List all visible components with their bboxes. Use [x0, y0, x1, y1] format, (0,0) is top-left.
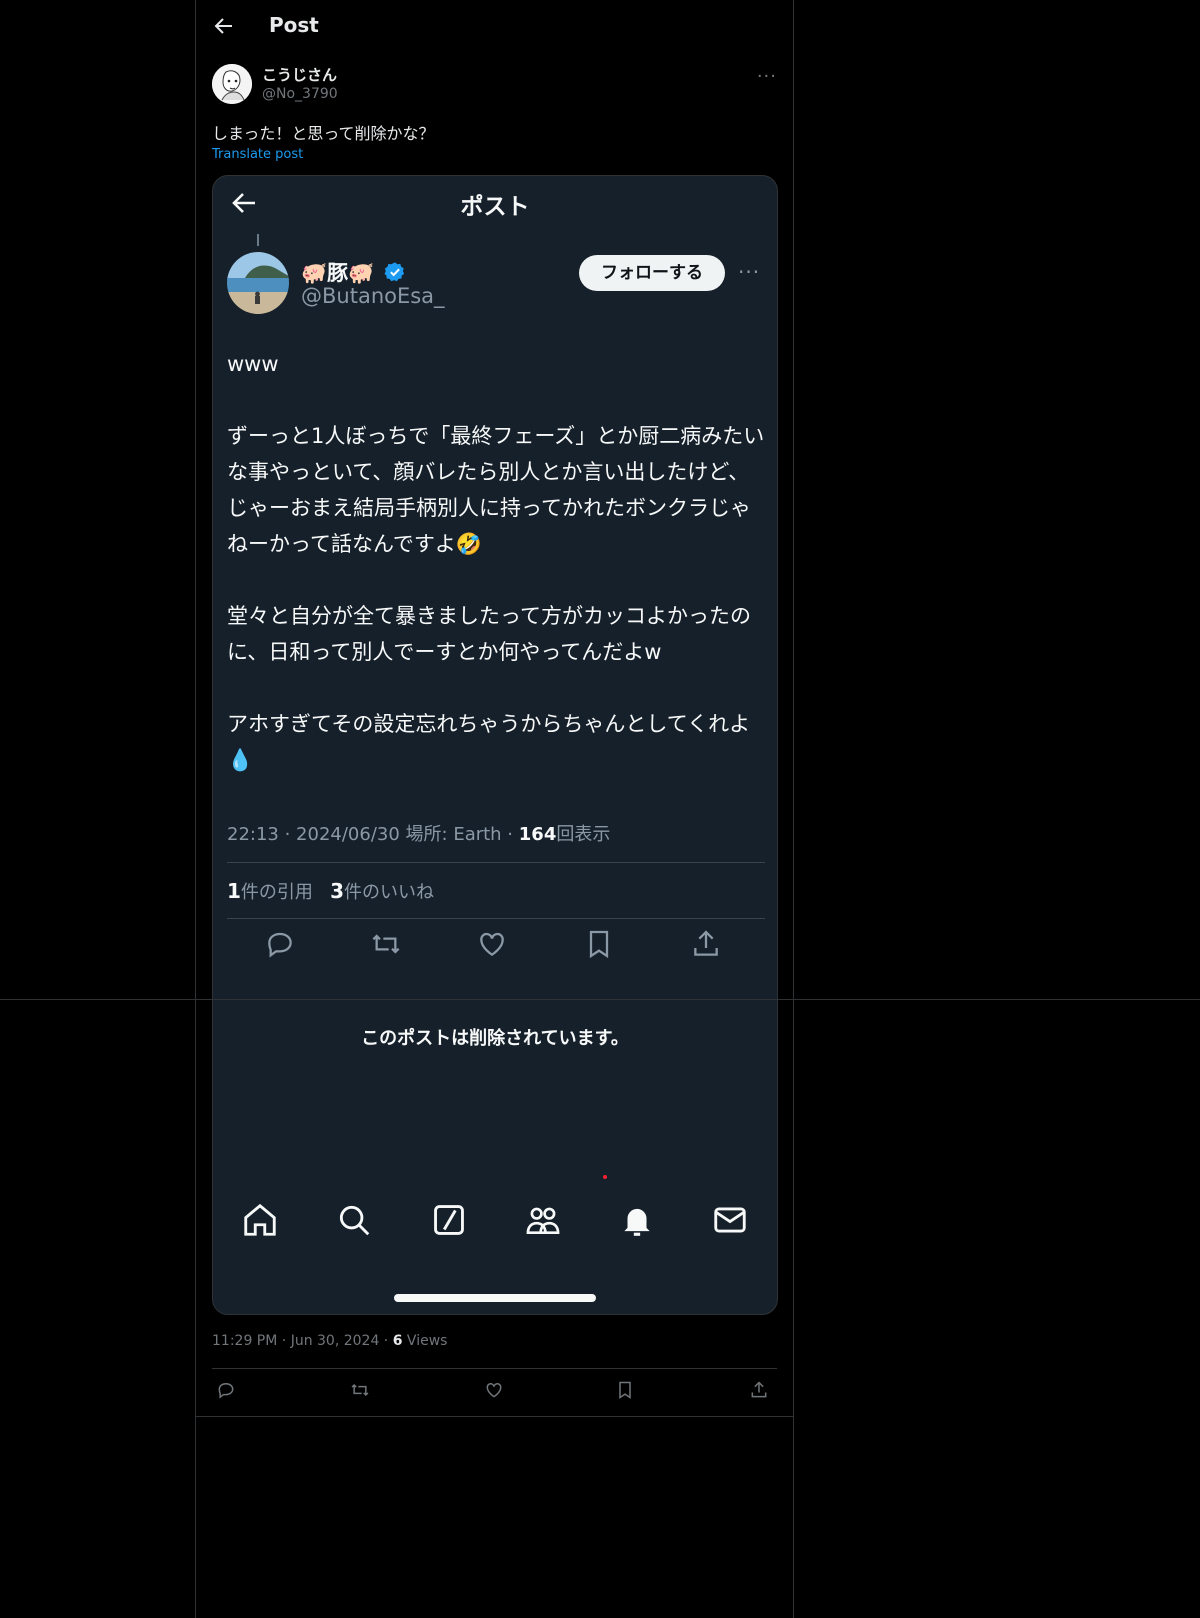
screenshot-title: ポスト [460, 194, 530, 220]
post-image[interactable]: ポスト 🐖豚🐖 @ButanoEsa_ フォローする ··· www ずーっと1… [212, 175, 778, 1315]
post-meta: 11:29 PM · Jun 30, 2024 · 6 Views [212, 1333, 448, 1349]
screenshot-author-name: 🐖豚🐖 [301, 261, 375, 285]
retweet-icon[interactable] [350, 1380, 370, 1400]
back-arrow-icon[interactable] [212, 14, 236, 38]
like-icon [476, 928, 508, 960]
bookmark-icon[interactable] [615, 1380, 635, 1400]
like-count: 3 [330, 879, 345, 903]
page-title: Post [269, 13, 319, 37]
bottom-nav [213, 1201, 777, 1241]
screenshot-author-handle: @ButanoEsa_ [301, 284, 445, 308]
thread-line [257, 234, 259, 246]
share-icon [690, 928, 722, 960]
post-date[interactable]: Jun 30, 2024 [291, 1333, 380, 1349]
reply-icon [264, 928, 296, 960]
view-count: 6 [392, 1333, 403, 1349]
home-indicator [394, 1294, 596, 1302]
more-icon[interactable]: ··· [757, 66, 777, 87]
avatar[interactable] [212, 64, 252, 104]
share-icon[interactable] [749, 1380, 769, 1400]
verified-badge-icon [384, 261, 406, 283]
screenshot-timestamp: 22:13 · 2024/06/30 [227, 824, 400, 845]
views-label: Views [406, 1333, 448, 1349]
divider [227, 862, 765, 863]
screenshot-avatar [227, 252, 289, 314]
divider [196, 1416, 793, 1417]
deleted-notice: このポストは削除されています。 [361, 1028, 629, 1049]
search-icon [335, 1201, 373, 1239]
screenshot-author: 🐖豚🐖 [301, 257, 406, 287]
quote-label: 件の引用 [240, 882, 313, 903]
screenshot-location: 場所: Earth · [405, 824, 514, 845]
screenshot-views-label: 回表示 [556, 824, 611, 845]
main-column: Post こうじさん @No_3790 ··· しまった！と思って削除かな？ T… [195, 0, 794, 1618]
screenshot-view-count: 164 [518, 824, 557, 845]
divider [212, 1368, 777, 1369]
retweet-icon [370, 928, 402, 960]
communities-icon [524, 1201, 562, 1239]
notification-dot [603, 1175, 607, 1179]
more-icon: ··· [738, 260, 761, 284]
bell-icon [618, 1201, 656, 1239]
quote-count: 1 [227, 879, 241, 903]
bookmark-icon [583, 928, 615, 960]
reply-icon[interactable] [216, 1380, 236, 1400]
post-time[interactable]: 11:29 PM [212, 1333, 277, 1349]
screenshot-body-text: www ずーっと1人ぼっちで「最終フェーズ」とか厨二病みたいな事やっといて、顔バ… [227, 352, 765, 772]
post-text: しまった！と思って削除かな？ [212, 124, 435, 143]
screenshot-stats: 1件の引用 3件のいいね [227, 878, 434, 904]
grok-icon [430, 1201, 468, 1239]
like-icon[interactable] [484, 1380, 504, 1400]
divider [0, 999, 1200, 1000]
home-icon [241, 1201, 279, 1239]
screenshot-meta: 22:13 · 2024/06/30 場所: Earth · 164回表示 [227, 820, 610, 846]
author-name[interactable]: こうじさん [262, 64, 337, 85]
action-bar [212, 1380, 777, 1410]
like-label: 件のいいね [344, 882, 435, 903]
screenshot-action-bar [213, 928, 777, 978]
translate-post-link[interactable]: Translate post [212, 147, 303, 162]
author-handle[interactable]: @No_3790 [262, 86, 338, 102]
follow-button: フォローする [579, 255, 725, 291]
top-bar: Post [196, 0, 793, 54]
divider [227, 918, 765, 919]
mail-icon [711, 1201, 749, 1239]
